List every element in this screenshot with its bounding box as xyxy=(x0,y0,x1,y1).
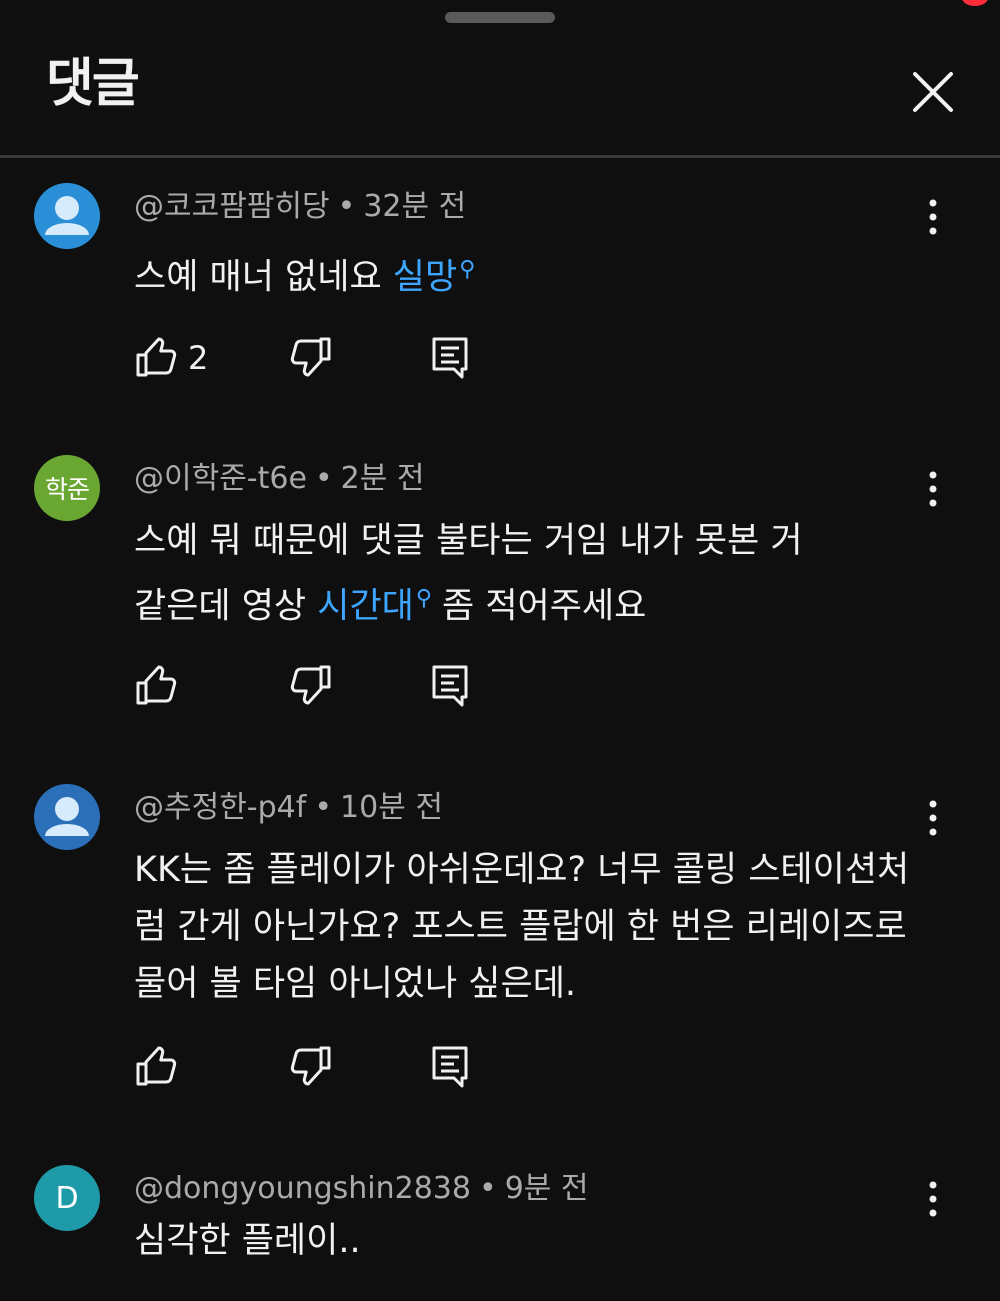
close-icon xyxy=(913,72,953,112)
comment-actions: 2 xyxy=(134,335,534,379)
thumbs-up-icon xyxy=(136,337,177,377)
close-button[interactable] xyxy=(905,64,961,120)
comment-text-part: 스예 매너 없네요 xyxy=(134,257,393,298)
comment-text-part: KK는 좀 플레이가 아쉬운데요? 너무 콜링 스테이션처럼 간게 아닌가요? … xyxy=(134,850,910,1004)
avatar-initials: 학준 xyxy=(44,475,90,504)
default-person-icon xyxy=(45,797,89,836)
thumbs-up-icon xyxy=(136,665,177,705)
comment-author[interactable]: @dongyoungshin2838 xyxy=(134,1171,471,1206)
comment-actions xyxy=(134,663,534,707)
comment-time: 32분 전 xyxy=(363,189,467,224)
search-icon: ⚲ xyxy=(415,586,432,611)
panel-title: 댓글 xyxy=(46,54,140,114)
comment-text: 스예 뭐 때문에 댓글 불타는 거임 내가 못본 거 같은데 영상 시간대⚲ 좀 … xyxy=(134,513,834,636)
avatar[interactable] xyxy=(34,183,100,249)
reply-button[interactable] xyxy=(430,335,470,383)
comment-time: 10분 전 xyxy=(340,790,443,825)
more-vert-icon xyxy=(929,199,937,235)
comment-meta: @dongyoungshin2838 • 9분 전 xyxy=(134,1171,589,1206)
comment-text: 심각한 플레이.. xyxy=(134,1213,924,1270)
like-button[interactable] xyxy=(134,335,178,383)
like-count: 2 xyxy=(188,339,209,377)
comment-meta: @이학준-t6e • 2분 전 xyxy=(134,461,425,496)
more-options-button[interactable] xyxy=(918,469,948,509)
comment-author[interactable]: @추정한-p4f xyxy=(134,790,306,825)
avatar[interactable]: D xyxy=(34,1165,100,1231)
comment-actions xyxy=(134,1044,534,1088)
avatar[interactable] xyxy=(34,784,100,850)
reply-comment-icon xyxy=(432,1046,468,1088)
comment-time: 9분 전 xyxy=(504,1171,589,1206)
dislike-button[interactable] xyxy=(289,1044,333,1092)
reply-button[interactable] xyxy=(430,1044,470,1092)
comment-text-part: 좀 적어주세요 xyxy=(442,586,647,627)
comment-text: KK는 좀 플레이가 아쉬운데요? 너무 콜링 스테이션처럼 간게 아닌가요? … xyxy=(134,842,914,1013)
avatar-letter: D xyxy=(55,1180,79,1216)
comment-meta: @추정한-p4f • 10분 전 xyxy=(134,790,443,825)
thumbs-down-icon xyxy=(290,665,331,705)
search-link[interactable]: 시간대 xyxy=(317,587,414,627)
comment-meta: @코코팜팜히당 • 32분 전 xyxy=(134,189,467,224)
more-vert-icon xyxy=(929,471,937,507)
reply-button[interactable] xyxy=(430,663,470,711)
thumbs-up-icon xyxy=(136,1046,177,1086)
search-link[interactable]: 실망 xyxy=(393,258,457,298)
avatar[interactable]: 학준 xyxy=(34,455,100,521)
dislike-button[interactable] xyxy=(289,663,333,711)
comment-time: 2분 전 xyxy=(340,461,425,496)
comment-text-part: 심각한 플레이.. xyxy=(134,1221,361,1261)
like-button[interactable] xyxy=(134,663,178,711)
search-icon: ⚲ xyxy=(459,257,476,282)
thumbs-down-icon xyxy=(290,337,331,377)
reply-comment-icon xyxy=(432,665,468,707)
dislike-button[interactable] xyxy=(289,335,333,383)
like-button[interactable] xyxy=(134,1044,178,1092)
notification-dot xyxy=(962,0,988,6)
comment-text: 스예 매너 없네요 실망⚲ xyxy=(134,241,924,307)
thumbs-down-icon xyxy=(290,1046,331,1086)
drag-handle[interactable] xyxy=(445,12,555,23)
reply-comment-icon xyxy=(432,337,468,379)
more-vert-icon xyxy=(929,800,937,836)
comment-author[interactable]: @코코팜팜히당 xyxy=(134,189,330,224)
default-person-icon xyxy=(45,196,89,235)
more-options-button[interactable] xyxy=(918,197,948,237)
header-divider xyxy=(0,155,1000,158)
more-options-button[interactable] xyxy=(918,798,948,838)
comment-author[interactable]: @이학준-t6e xyxy=(134,461,307,496)
